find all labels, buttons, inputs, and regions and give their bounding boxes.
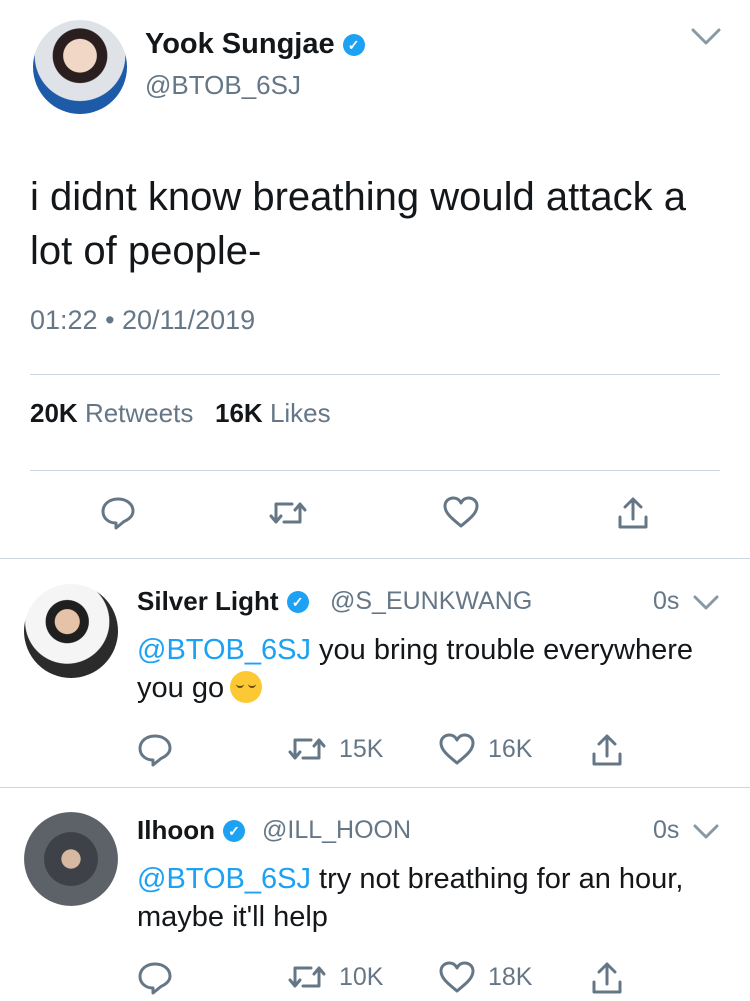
- retweets-stat[interactable]: 20K Retweets: [30, 398, 193, 428]
- likes-stat[interactable]: 16K Likes: [215, 398, 331, 428]
- divider: [0, 787, 750, 788]
- retweet-button[interactable]: [268, 497, 308, 529]
- divider: [30, 470, 720, 471]
- reply-button[interactable]: [100, 495, 136, 531]
- reply-author-name-text[interactable]: Silver Light: [137, 586, 279, 616]
- share-button[interactable]: [591, 960, 623, 996]
- reply-text: @BTOB_6SJ you bring trouble everywhere y…: [137, 631, 717, 707]
- reply-author-handle[interactable]: @S_EUNKWANG: [330, 587, 532, 616]
- verified-badge-icon: ✓: [342, 34, 365, 56]
- retweet-count: 15K: [339, 734, 384, 763]
- share-icon: [592, 734, 622, 766]
- like-count: 16K: [488, 734, 533, 763]
- author-name-text[interactable]: Yook Sungjae: [145, 28, 335, 60]
- retweet-icon: [288, 966, 326, 988]
- like-count: 18K: [488, 962, 533, 991]
- chevron-down-icon[interactable]: [693, 595, 719, 611]
- tweet-timestamp[interactable]: 01:22 • 20/11/2019: [30, 305, 255, 336]
- like-button[interactable]: [442, 495, 480, 529]
- retweet-icon: [269, 502, 307, 524]
- reply-time: 0s: [653, 816, 680, 844]
- reply-author-name[interactable]: Silver Light ✓: [137, 586, 309, 617]
- heart-icon: [439, 733, 475, 765]
- retweets-count: 20K: [30, 398, 78, 428]
- verified-badge-icon: ✓: [286, 591, 309, 613]
- like-button[interactable]: 18K: [438, 960, 532, 994]
- heart-icon: [439, 961, 475, 993]
- reply-text: @BTOB_6SJ try not breathing for an hour,…: [137, 860, 717, 936]
- reply-button[interactable]: [137, 960, 173, 996]
- chevron-down-icon[interactable]: [691, 28, 721, 46]
- author-handle[interactable]: @BTOB_6SJ: [145, 70, 301, 101]
- reply-icon: [101, 497, 135, 530]
- reply-button[interactable]: [137, 732, 173, 768]
- share-icon: [618, 497, 648, 529]
- avatar[interactable]: [24, 812, 118, 906]
- pensive-face-emoji-icon: [230, 671, 263, 703]
- reply-time: 0s: [653, 587, 680, 615]
- avatar[interactable]: [24, 584, 118, 678]
- share-button[interactable]: [617, 495, 649, 531]
- retweet-button[interactable]: 10K: [287, 961, 383, 993]
- likes-label: Likes: [269, 398, 331, 428]
- verified-badge-icon: ✓: [222, 820, 245, 842]
- author-name[interactable]: Yook Sungjae ✓: [145, 28, 365, 61]
- reply-icon: [138, 734, 172, 767]
- avatar[interactable]: [33, 20, 127, 114]
- reply-author-handle[interactable]: @ILL_HOON: [262, 816, 411, 845]
- main-tweet: Yook Sungjae ✓ @BTOB_6SJ i didnt know bre…: [0, 0, 750, 558]
- like-button[interactable]: 16K: [438, 732, 532, 766]
- likes-count: 16K: [215, 398, 263, 428]
- reply-author-name-text[interactable]: Ilhoon: [137, 815, 215, 845]
- heart-icon: [443, 496, 479, 528]
- tweet-actions: [0, 495, 750, 535]
- tweet-stats: 20K Retweets 16K Likes: [30, 398, 331, 429]
- reply-author-name[interactable]: Ilhoon ✓: [137, 815, 245, 846]
- mention-link[interactable]: @BTOB_6SJ: [137, 634, 311, 666]
- chevron-down-icon[interactable]: [693, 824, 719, 840]
- divider: [30, 374, 720, 375]
- retweet-count: 10K: [339, 962, 384, 991]
- retweet-button[interactable]: 15K: [287, 733, 383, 765]
- mention-link[interactable]: @BTOB_6SJ: [137, 863, 311, 895]
- retweet-icon: [288, 738, 326, 760]
- divider: [0, 558, 750, 559]
- reply-icon: [138, 962, 172, 995]
- share-icon: [592, 962, 622, 994]
- share-button[interactable]: [591, 732, 623, 768]
- tweet-text: i didnt know breathing would attack a lo…: [30, 175, 686, 273]
- retweets-label: Retweets: [84, 398, 194, 428]
